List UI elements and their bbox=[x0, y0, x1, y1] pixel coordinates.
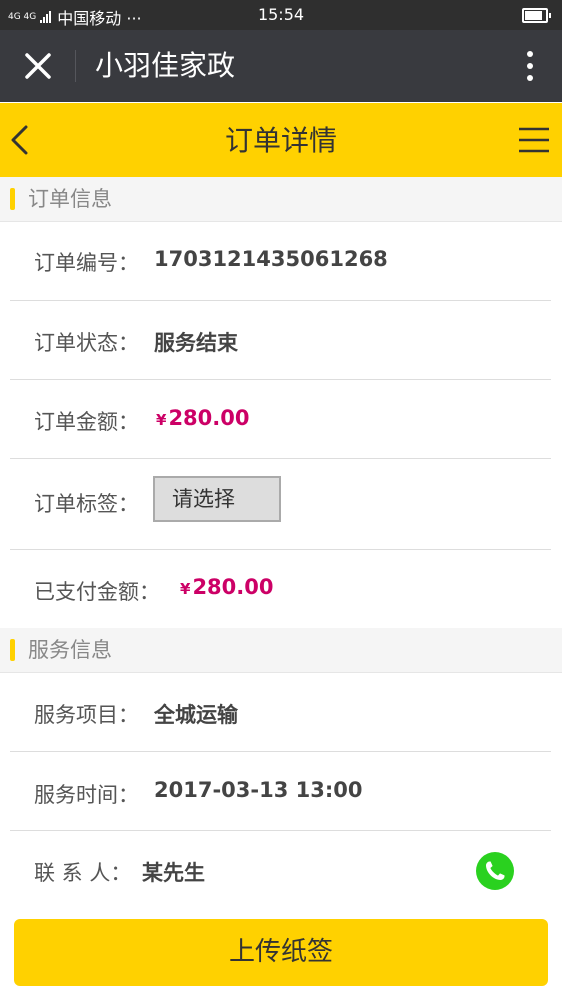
status-bar: 4G 4G 中国移动 ··· 15:54 bbox=[0, 0, 562, 30]
wechat-title: 小羽佳家政 bbox=[95, 49, 236, 82]
order-status-row: 订单状态： 服务结束 bbox=[10, 301, 551, 380]
order-tag-row: 订单标签： 请选择 bbox=[10, 459, 551, 550]
status-time: 15:54 bbox=[257, 5, 305, 24]
paid-amount-label: 已支付金额： bbox=[34, 580, 160, 604]
wechat-top-bar: 小羽佳家政 bbox=[0, 30, 562, 102]
service-item-label: 服务项目： bbox=[34, 703, 139, 727]
service-info-section-header: 服务信息 bbox=[0, 628, 562, 673]
hamburger-menu-icon[interactable] bbox=[518, 127, 550, 153]
order-amount: 280.00 bbox=[168, 406, 250, 430]
service-time-value: 2017-03-13 13:00 bbox=[154, 778, 363, 802]
order-number-row: 订单编号： 1703121435061268 bbox=[10, 222, 551, 301]
section-title: 订单信息 bbox=[28, 187, 112, 211]
bottom-bar: 上传纸签 bbox=[0, 906, 562, 1000]
currency-symbol: ¥ bbox=[156, 411, 167, 429]
order-status-value: 服务结束 bbox=[154, 331, 238, 355]
battery-fill bbox=[525, 11, 542, 20]
paid-amount-row: 已支付金额： ¥280.00 bbox=[10, 550, 551, 628]
order-amount-row: 订单金额： ¥280.00 bbox=[10, 380, 551, 459]
divider bbox=[75, 50, 76, 82]
page-header: 订单详情 bbox=[0, 103, 562, 177]
service-time-row: 服务时间： 2017-03-13 13:00 bbox=[10, 752, 551, 831]
paid-amount: 280.00 bbox=[192, 575, 274, 599]
order-amount-value: ¥280.00 bbox=[156, 406, 249, 430]
upload-paper-sign-button[interactable]: 上传纸签 bbox=[14, 919, 548, 986]
order-number-value: 1703121435061268 bbox=[154, 247, 388, 271]
section-accent-bar bbox=[10, 188, 15, 210]
order-number-label: 订单编号： bbox=[34, 251, 139, 275]
section-accent-bar bbox=[10, 639, 15, 661]
more-vertical-icon[interactable] bbox=[526, 50, 534, 82]
close-icon[interactable] bbox=[22, 50, 54, 82]
service-time-label: 服务时间： bbox=[34, 783, 139, 807]
section-title: 服务信息 bbox=[28, 638, 112, 662]
service-item-value: 全城运输 bbox=[154, 703, 238, 727]
contact-value: 某先生 bbox=[142, 861, 205, 885]
order-tag-label: 订单标签： bbox=[34, 492, 139, 516]
order-info-section-header: 订单信息 bbox=[0, 177, 562, 222]
battery-icon bbox=[522, 8, 551, 23]
order-amount-label: 订单金额： bbox=[34, 410, 139, 434]
contact-row: 联 系 人： 某先生 bbox=[10, 831, 551, 905]
paid-amount-value: ¥280.00 bbox=[180, 575, 273, 599]
page-title: 订单详情 bbox=[224, 124, 337, 157]
currency-symbol: ¥ bbox=[180, 580, 191, 598]
phone-call-icon[interactable] bbox=[476, 852, 514, 890]
order-status-label: 订单状态： bbox=[34, 331, 139, 355]
service-item-row: 服务项目： 全城运输 bbox=[10, 673, 551, 752]
contact-label: 联 系 人： bbox=[34, 861, 132, 885]
tag-select-button[interactable]: 请选择 bbox=[153, 476, 281, 522]
